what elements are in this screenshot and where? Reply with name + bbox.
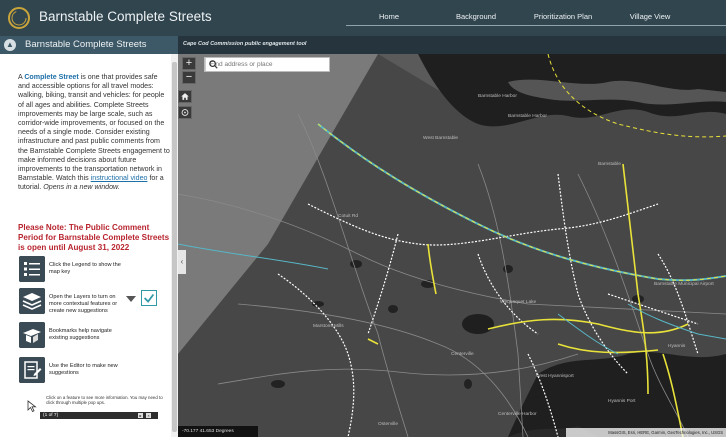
pond-7 (464, 379, 472, 389)
step-bookmarks[interactable]: Bookmarks help navigate existing suggest… (19, 322, 171, 350)
label-west-hyannisport: West Hyannisport (536, 374, 574, 379)
nav-background[interactable]: Background (456, 12, 496, 21)
nav-prioritization-plan[interactable]: Prioritization Plan (534, 12, 592, 21)
map-canvas[interactable] (178, 54, 726, 437)
step-bookmarks-text: Bookmarks help navigate existing suggest… (49, 328, 112, 341)
popup-close-icon[interactable]: × (146, 413, 151, 418)
home-icon[interactable] (178, 90, 192, 103)
label-hyannis: Hyannis (668, 344, 686, 349)
intro-term: Complete Street (24, 73, 79, 81)
wequaquet-lake (462, 314, 494, 334)
label-west-barnstable: West Barnstable (423, 136, 459, 141)
tagline: Cape Cod Commission public engagement to… (183, 41, 307, 47)
nav-bar: Home Background Prioritization Plan Vill… (346, 9, 726, 26)
label-barnstable-harbor-1: Barnstable Harbor (478, 94, 517, 99)
label-hyannis-port: Hyannis Port (608, 399, 636, 404)
app-root: Barnstable Complete Streets Home Backgro… (0, 0, 726, 437)
intro-italic: Opens in a new window. (43, 183, 120, 192)
logo-ring-icon (8, 7, 30, 29)
label-wequaquet-lake: Wequaquet Lake (500, 300, 537, 305)
pond-6 (271, 380, 285, 388)
search-widget (204, 57, 330, 72)
intro-text: A Complete Street is one that provides s… (18, 73, 170, 193)
top-header: Barnstable Complete Streets Home Backgro… (0, 0, 726, 36)
map-attribution: MassGIS, Esri, HERE, Garmin, GeoTechnolo… (566, 428, 726, 437)
panel-toggle-icon[interactable]: ▲ (4, 39, 16, 51)
panel-scrollbar-thumb[interactable] (172, 62, 177, 432)
label-barnstable: Barnstable (598, 162, 621, 167)
label-centerville-harbor: Centerville Harbor (498, 412, 537, 417)
label-marstons-mills: Marstons Mills (313, 324, 344, 329)
cursor-icon (27, 400, 37, 412)
panel-title-bar: ▲ Barnstable Complete Streets (0, 36, 178, 54)
nav-village-view[interactable]: Village View (630, 12, 671, 21)
coordinate-readout: -70.177 41.653 Degrees (178, 426, 258, 437)
label-municipal-airport: Barnstable Municipal Airport (654, 282, 714, 287)
instructional-video-link[interactable]: instructional video (91, 174, 148, 182)
popup-navigator: (1 of 7) ▸ × (40, 412, 158, 419)
label-cotuit-rd: Cotuit Rd (338, 214, 358, 219)
step-layers[interactable]: Open the Layers to turn on more contextu… (19, 288, 171, 316)
step-editor[interactable]: Use the Editor to make new suggestions (19, 357, 171, 385)
editor-icon (19, 357, 45, 383)
legend-icon (19, 256, 45, 282)
app-title: Barnstable Complete Streets (39, 9, 212, 24)
step-editor-text: Use the Editor to make new suggestions (49, 363, 118, 376)
step-legend[interactable]: Click the Legend to show the map key (19, 256, 171, 284)
chevron-down-icon[interactable] (126, 296, 136, 302)
comment-period-note: Please Note: The Public Comment Period f… (18, 223, 170, 252)
layers-icon (19, 288, 45, 314)
label-barnstable-harbor-2: Barnstable Harbor (508, 114, 547, 119)
panel-title: Barnstable Complete Streets (25, 39, 147, 50)
basemap-extent-overlay (178, 54, 378, 354)
search-icon[interactable] (205, 58, 221, 71)
popup-next-icon[interactable]: ▸ (138, 413, 143, 418)
search-input[interactable] (205, 58, 313, 71)
label-centerville: Centerville (451, 352, 474, 357)
zoom-out-button[interactable]: − (182, 71, 196, 84)
check-icon[interactable] (141, 290, 157, 306)
pond-2 (388, 305, 398, 313)
sub-header: ▲ Barnstable Complete Streets Cape Cod C… (0, 36, 726, 54)
step-legend-text: Click the Legend to show the map key (49, 262, 121, 275)
route-6-suggestion (317, 123, 726, 281)
map-view[interactable]: Barnstable Harbor Barnstable Harbor West… (178, 54, 726, 437)
popup-count: (1 of 7) (43, 413, 59, 418)
side-panel: A Complete Street is one that provides s… (0, 54, 178, 437)
pond-5 (503, 265, 513, 273)
bookmarks-icon (19, 322, 45, 348)
step-layers-text: Open the Layers to turn on more contextu… (49, 294, 118, 314)
nav-home[interactable]: Home (379, 12, 399, 21)
label-osterville: Osterville (378, 422, 398, 427)
pond-1 (350, 260, 362, 268)
locate-icon[interactable] (178, 106, 192, 119)
route-6-highway (317, 123, 726, 282)
intro-body: is one that provides safe and accessible… (18, 73, 170, 183)
zoom-in-button[interactable]: + (182, 57, 196, 70)
panel-collapse-handle[interactable]: ‹ (178, 250, 186, 274)
click-feature-note: Click on a feature to see more informati… (46, 395, 163, 406)
